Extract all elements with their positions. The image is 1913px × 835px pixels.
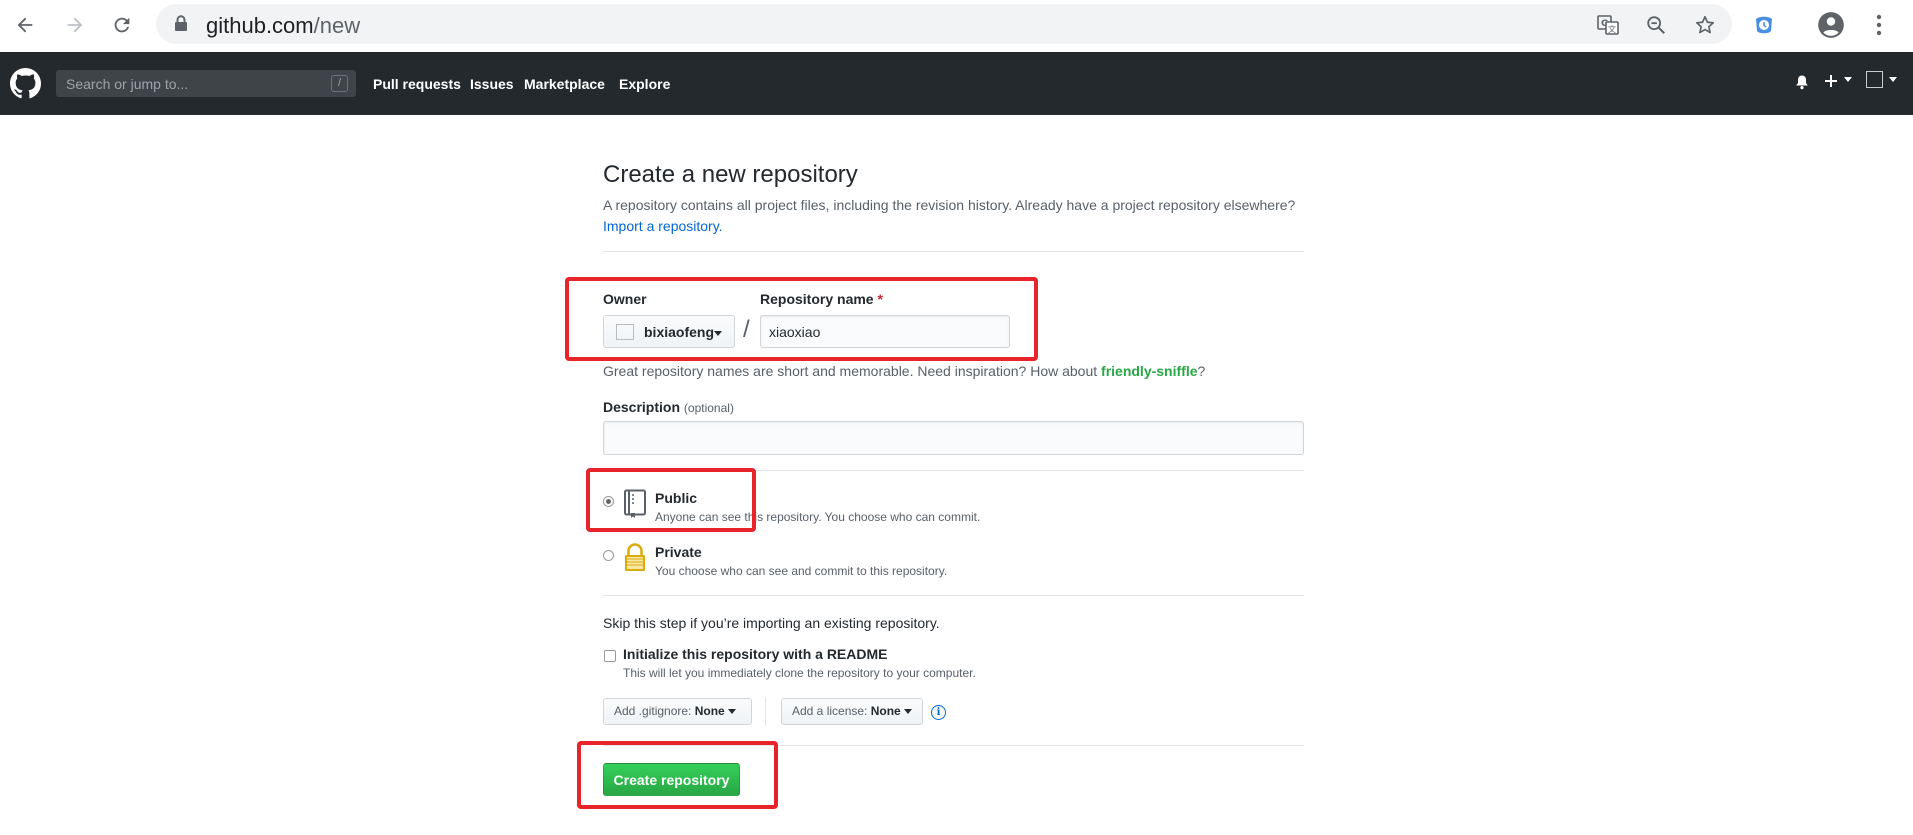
divider [603,251,1304,252]
more-vert-icon [1876,14,1882,36]
extension-button[interactable] [1745,6,1783,44]
hint-suffix: ? [1197,363,1206,379]
chevron-down-icon [1844,77,1853,83]
notifications-button[interactable] [1795,74,1809,95]
public-option-desc: Anyone can see this repository. You choo… [655,510,981,524]
reload-icon [114,17,130,33]
chevron-down-icon [1889,77,1898,83]
zoom-button[interactable] [1643,12,1669,38]
url-text: github.com/new [206,13,360,39]
description-label-text: Description [603,399,681,415]
license-select[interactable]: Add a license: None [781,698,923,725]
owner-label: Owner [603,291,647,307]
public-radio[interactable] [603,496,614,507]
lock-icon [625,543,645,571]
github-search: / [56,70,356,97]
repo-name-hint: Great repository names are short and mem… [603,363,1205,379]
repo-name-label-text: Repository name [760,291,874,307]
translate-icon: G文 [1597,15,1619,35]
page-subtitle: A repository contains all project files,… [603,195,1323,237]
chevron-down-icon [714,331,722,336]
github-header: / Pull requests Issues Marketplace Explo… [0,52,1913,115]
bell-icon [1796,75,1808,90]
skip-note: Skip this step if you’re importing an ex… [603,615,940,631]
user-menu[interactable] [1866,71,1898,89]
public-option-title: Public [655,490,698,506]
readme-checkbox[interactable] [604,650,616,662]
browser-menu-button[interactable] [1860,6,1898,44]
create-repository-button[interactable]: Create repository [603,763,740,796]
divider [603,745,1304,746]
vertical-divider [765,697,766,725]
repo-book-icon [624,489,646,518]
optional-tag: (optional) [683,401,734,415]
account-circle-icon [1818,12,1844,38]
nav-marketplace[interactable]: Marketplace [524,76,605,92]
avatar [1866,71,1883,89]
private-option-desc: You choose who can see and commit to thi… [655,564,948,578]
repo-name-label: Repository name * [760,291,883,307]
arrow-left-icon [17,17,33,33]
divider [603,470,1304,471]
description-input[interactable] [603,421,1304,455]
subtitle-text: A repository contains all project files,… [603,197,1296,213]
info-icon[interactable]: i [931,705,946,720]
octocat-icon [10,68,41,99]
extension-clock-icon [1756,16,1772,34]
gitignore-label: Add .gitignore: [614,704,692,718]
translate-button[interactable]: G文 [1595,12,1621,38]
lock-icon [175,15,187,31]
nav-explore[interactable]: Explore [619,76,670,92]
arrow-right-icon [67,17,83,33]
required-asterisk: * [877,291,883,307]
create-new-menu[interactable] [1824,74,1853,93]
gitignore-select[interactable]: Add .gitignore: None [603,698,752,725]
private-radio[interactable] [603,550,614,561]
url-path: /new [313,13,361,38]
readme-desc: This will let you immediately clone the … [623,666,976,680]
forward-button[interactable] [56,6,94,44]
browser-toolbar: github.com/new G文 [0,0,1913,52]
url-host: github.com [206,13,314,38]
zoom-out-icon [1647,16,1665,34]
description-label: Description (optional) [603,399,734,415]
chevron-down-icon [728,709,737,715]
star-icon [1695,15,1715,34]
reload-button[interactable] [103,6,141,44]
readme-label[interactable]: Initialize this repository with a README [623,646,887,662]
name-suggestion-link[interactable]: friendly-sniffle [1101,363,1197,379]
license-label: Add a license: [792,704,868,718]
page-title: Create a new repository [603,161,858,188]
hint-text: Great repository names are short and mem… [603,363,1102,379]
import-repository-link[interactable]: Import a repository. [603,218,723,234]
divider [603,595,1304,596]
search-shortcut-hint: / [331,75,348,92]
plus-icon [1825,75,1837,87]
github-logo[interactable] [10,68,41,104]
owner-avatar [616,324,634,340]
search-input[interactable] [64,73,318,95]
owner-select[interactable]: bixiaofeng [603,315,735,348]
bookmark-button[interactable] [1692,12,1718,38]
repository-name-input[interactable] [760,315,1010,348]
chevron-down-icon [904,709,913,715]
license-value: None [870,704,901,718]
back-button[interactable] [6,6,44,44]
owner-repo-separator: / [743,316,750,343]
svg-text:文: 文 [1608,24,1616,34]
profile-button[interactable] [1812,6,1850,44]
owner-name: bixiaofeng [644,324,715,340]
address-bar[interactable]: github.com/new G文 [156,4,1732,44]
nav-issues[interactable]: Issues [470,76,514,92]
gitignore-value: None [694,704,725,718]
private-option-title: Private [655,544,702,560]
nav-pull-requests[interactable]: Pull requests [373,76,461,92]
